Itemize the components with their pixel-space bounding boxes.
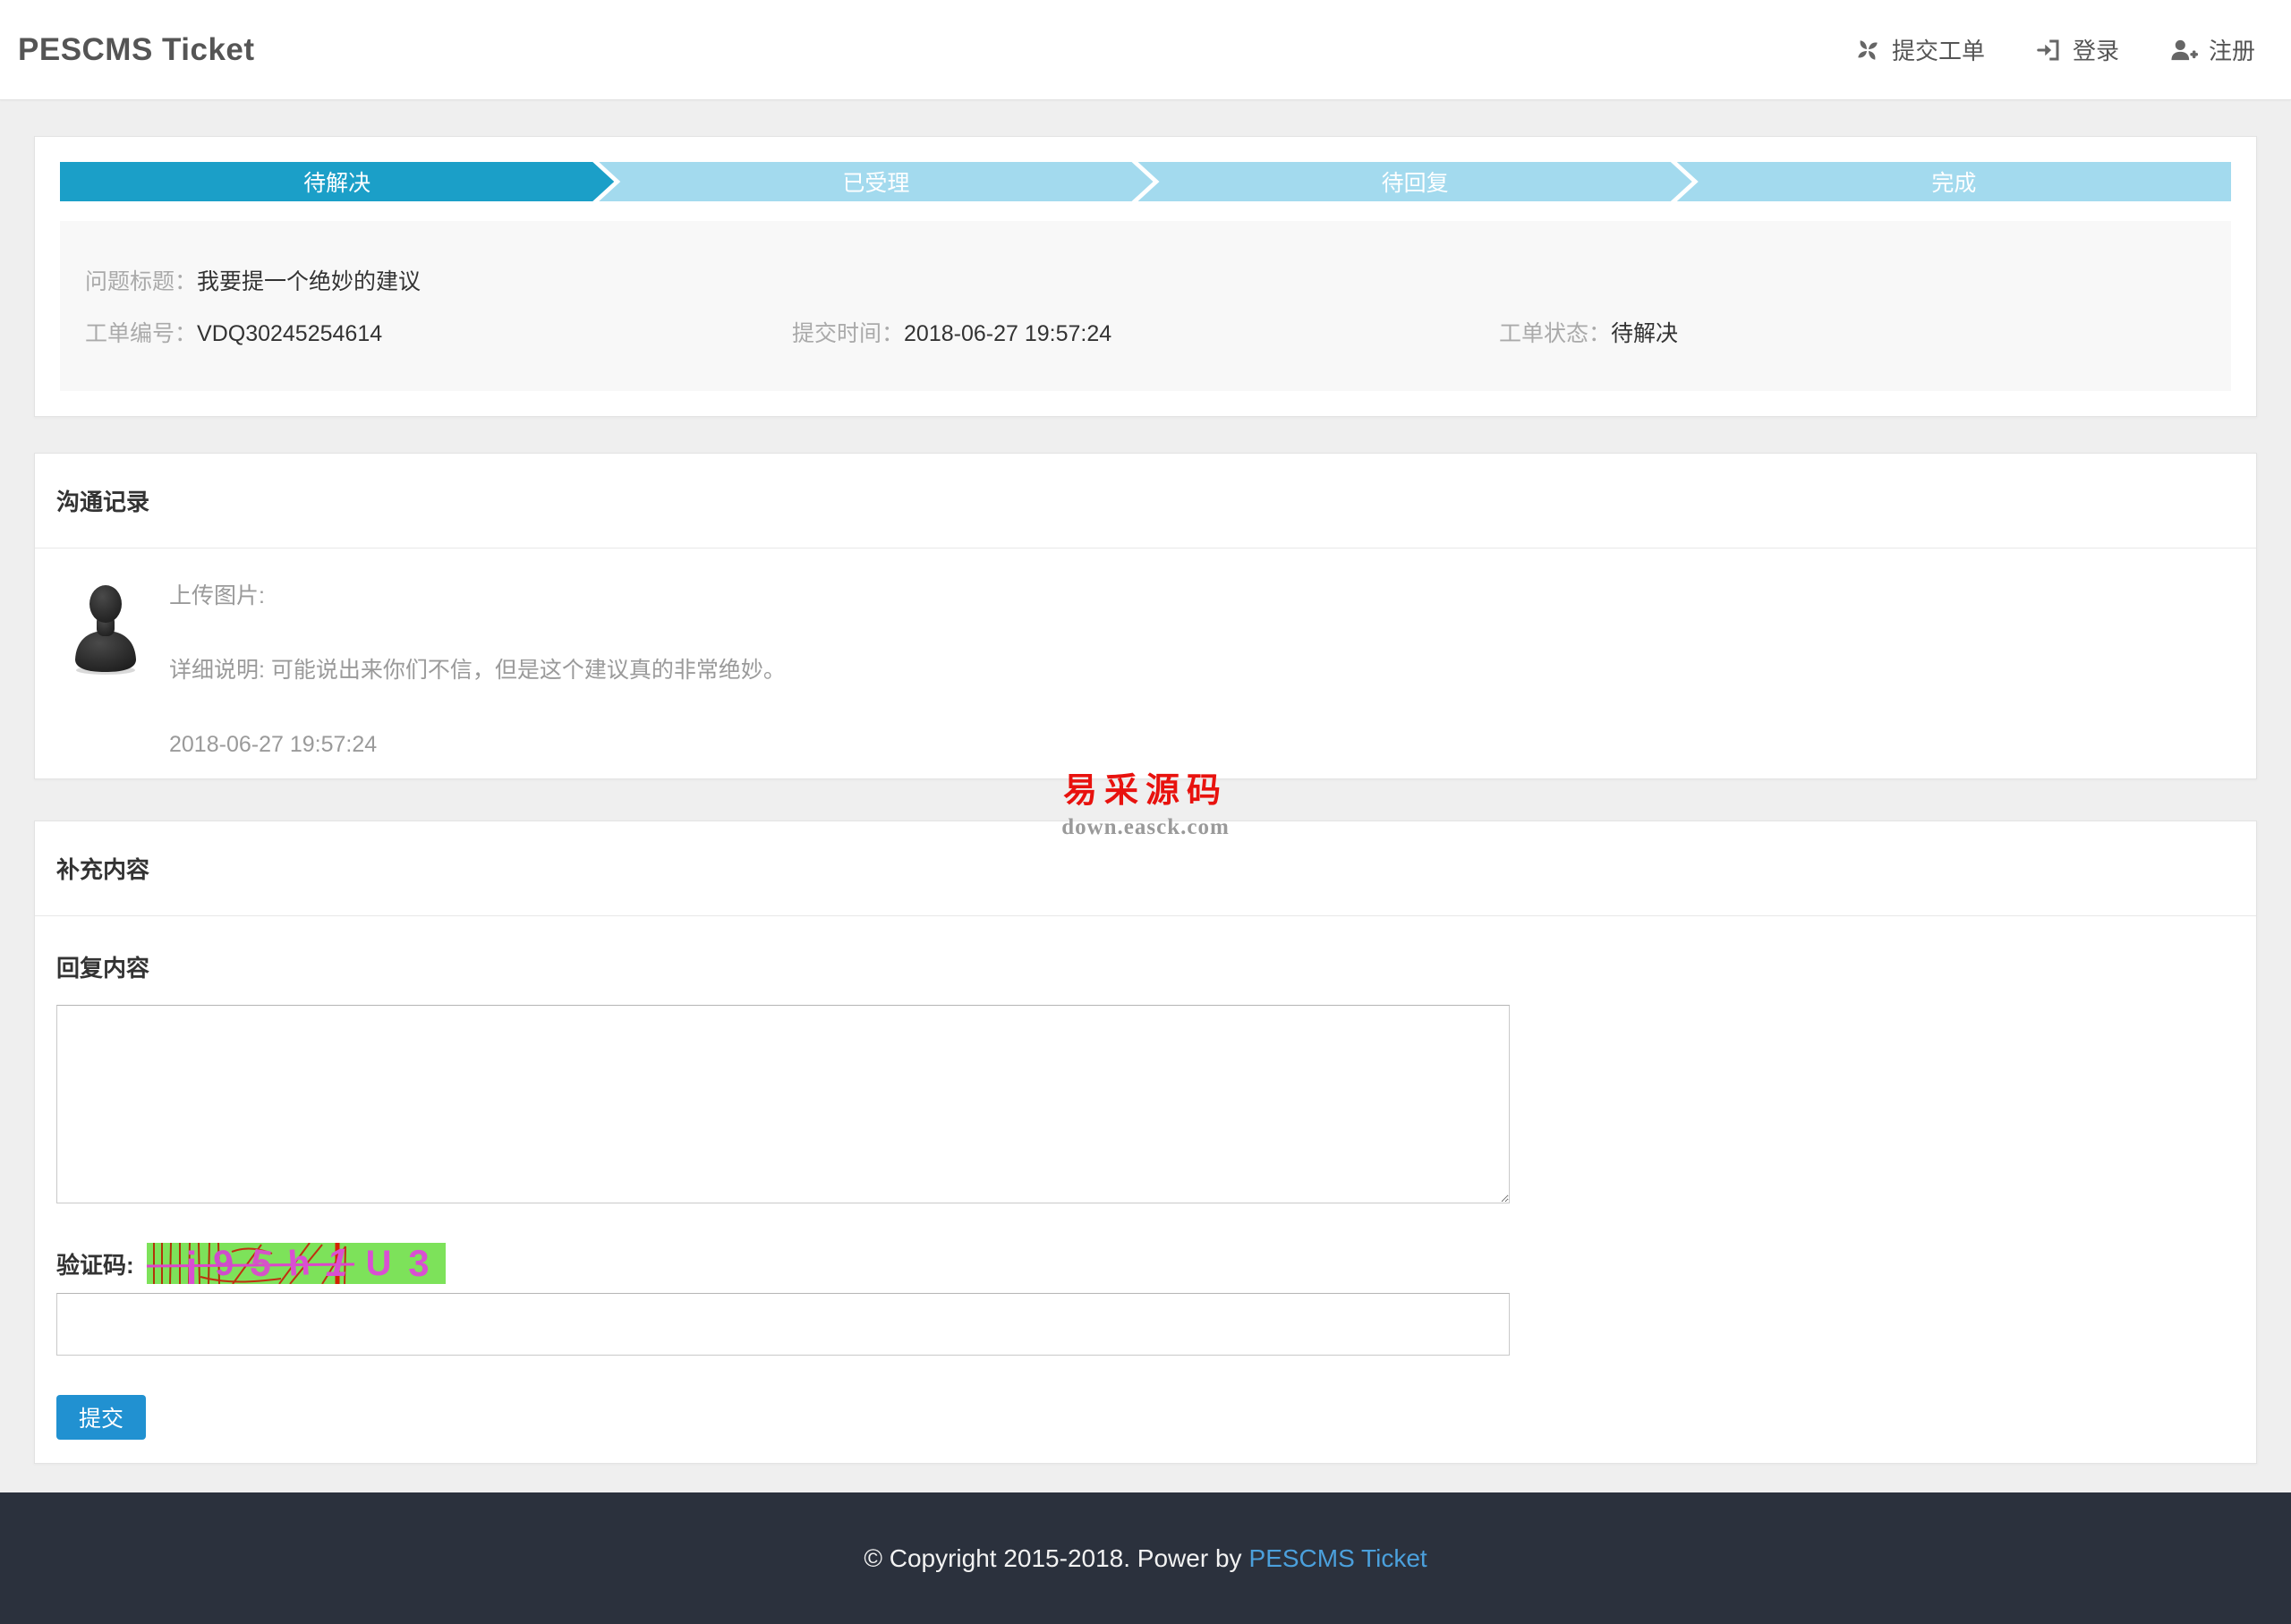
nav-login[interactable]: 登录 — [2035, 33, 2119, 66]
app-title: PESCMS Ticket — [18, 31, 255, 67]
page-footer: © Copyright 2015-2018. Power by PESCMS T… — [0, 1492, 2291, 1624]
communication-card: 沟通记录 上传图片: 详细说明: 可能说出来你们不信，但是这个建议真的非常绝妙。… — [34, 453, 2257, 779]
captcha-char: 3 — [408, 1243, 430, 1284]
step-awaiting-reply-label: 待回复 — [1381, 171, 1449, 196]
reply-content-label: 回复内容 — [56, 955, 150, 982]
ticket-info-panel: 问题标题： 我要提一个绝妙的建议 工单编号： VDQ30245254614 提交… — [60, 221, 2231, 391]
nav-submit-ticket-label: 提交工单 — [1891, 38, 1985, 64]
ticket-number-value: VDQ30245254614 — [197, 321, 383, 346]
ticket-time-field: 提交时间： 2018-06-27 19:57:24 — [792, 316, 1499, 348]
captcha-characters: j 9 5 h 1 U 3 — [147, 1243, 446, 1284]
avatar — [71, 584, 141, 757]
step-accepted-label: 已受理 — [842, 171, 910, 196]
ticket-status-card: 待解决 已受理 待回复 完成 问题标题： 我要提一个绝妙的建议 工单编号： VD… — [34, 136, 2257, 417]
supplement-card: 补充内容 回复内容 验证码: j 9 5 h 1 U 3 提交 — [34, 821, 2257, 1464]
reply-textarea[interactable] — [56, 1005, 1510, 1203]
ticket-title-field: 问题标题： 我要提一个绝妙的建议 — [85, 264, 2206, 296]
nav-register[interactable]: 注册 — [2169, 33, 2255, 66]
captcha-char: j — [185, 1243, 198, 1284]
ticket-title-value: 我要提一个绝妙的建议 — [197, 269, 422, 294]
captcha-input[interactable] — [56, 1293, 1510, 1356]
pinwheel-icon — [1854, 37, 1881, 64]
sign-in-icon — [2035, 37, 2062, 64]
step-done-label: 完成 — [1931, 171, 1977, 196]
step-pending-label: 待解决 — [303, 171, 371, 196]
step-pending: 待解决 — [60, 162, 614, 201]
message-detail: 详细说明: 可能说出来你们不信，但是这个建议真的非常绝妙。 — [169, 658, 786, 683]
captcha-char: 1 — [321, 1243, 355, 1284]
step-accepted: 已受理 — [599, 162, 1153, 201]
header-nav: 提交工单 登录 注册 — [1854, 33, 2255, 66]
message-upload-label: 上传图片: — [169, 583, 265, 608]
captcha-char: h — [286, 1243, 312, 1284]
submit-button[interactable]: 提交 — [56, 1395, 146, 1440]
ticket-status-label: 工单状态： — [1499, 321, 1612, 346]
nav-submit-ticket[interactable]: 提交工单 — [1854, 33, 1985, 66]
nav-register-label: 注册 — [2208, 38, 2255, 64]
communication-heading: 沟通记录 — [35, 454, 2256, 548]
ticket-status-field: 工单状态： 待解决 — [1499, 316, 2206, 348]
copyright-text: © Copyright 2015-2018. Power by — [864, 1543, 1242, 1572]
ticket-time-value: 2018-06-27 19:57:24 — [904, 321, 1112, 346]
step-done: 完成 — [1676, 162, 2231, 201]
captcha-char: U — [365, 1244, 392, 1283]
top-header: PESCMS Ticket 提交工单 登录 注册 — [0, 0, 2291, 100]
user-plus-icon — [2169, 37, 2198, 64]
message-timestamp: 2018-06-27 19:57:24 — [169, 732, 378, 757]
supplement-heading: 补充内容 — [35, 821, 2256, 916]
captcha-char: 9 — [211, 1243, 237, 1284]
step-awaiting-reply: 待回复 — [1138, 162, 1692, 201]
progress-steps: 待解决 已受理 待回复 完成 — [60, 162, 2231, 201]
message-content: 上传图片: 详细说明: 可能说出来你们不信，但是这个建议真的非常绝妙。 2018… — [169, 584, 786, 757]
captcha-image[interactable]: j 9 5 h 1 U 3 — [146, 1243, 446, 1284]
ticket-title-label: 问题标题： — [85, 269, 198, 294]
ticket-number-label: 工单编号： — [85, 321, 198, 346]
captcha-label: 验证码: — [56, 1251, 134, 1279]
ticket-number-field: 工单编号： VDQ30245254614 — [85, 316, 792, 348]
ticket-time-label: 提交时间： — [792, 321, 905, 346]
nav-login-label: 登录 — [2072, 38, 2119, 64]
ticket-status-value: 待解决 — [1611, 321, 1679, 346]
captcha-char: 5 — [247, 1243, 276, 1284]
footer-pescms-link[interactable]: PESCMS Ticket — [1249, 1544, 1427, 1573]
communication-record: 上传图片: 详细说明: 可能说出来你们不信，但是这个建议真的非常绝妙。 2018… — [35, 548, 2256, 778]
